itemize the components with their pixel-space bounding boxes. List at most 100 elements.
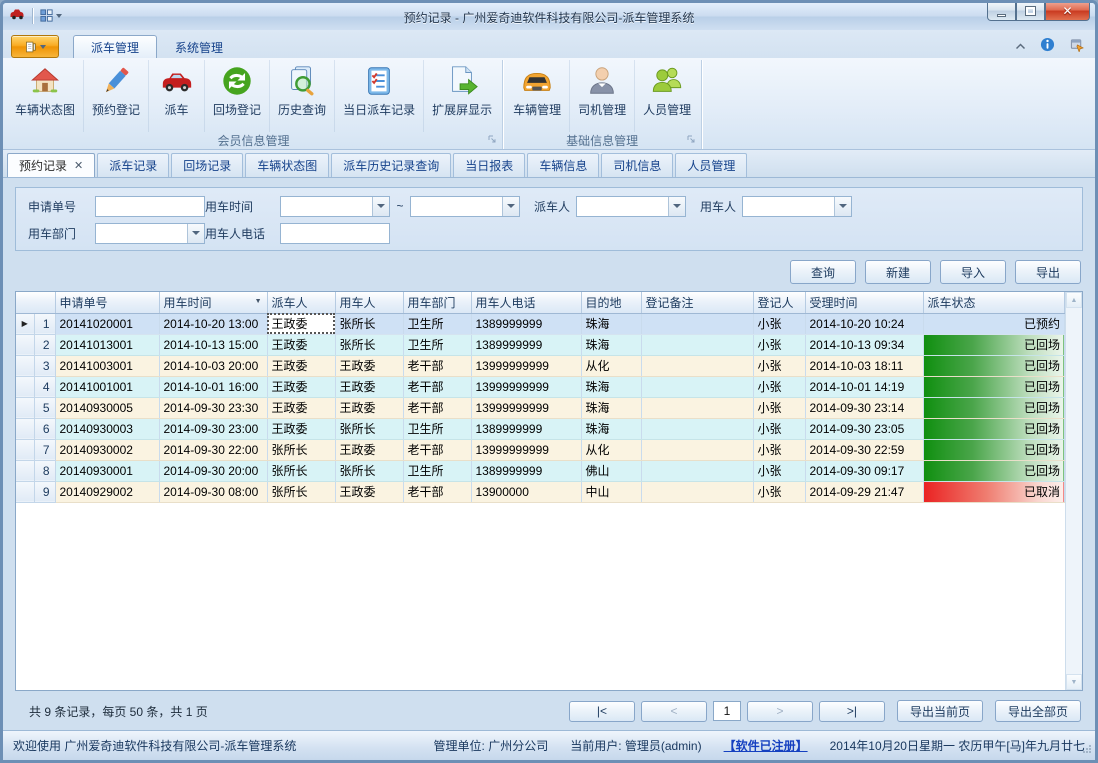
cell-dispatcher[interactable]: 王政委 <box>267 334 335 355</box>
cell-destination[interactable]: 佛山 <box>581 460 641 481</box>
table-row[interactable]: 4201410010012014-10-01 16:00王政委王政委老干部139… <box>16 376 1065 397</box>
col-accept-time[interactable]: 受理时间 <box>805 292 923 313</box>
cell-user-phone[interactable]: 1389999999 <box>471 313 581 334</box>
scroll-up-icon[interactable]: ▲ <box>1066 292 1082 308</box>
order-no-input[interactable] <box>95 196 205 217</box>
car-user-combo[interactable] <box>742 196 852 217</box>
cell-accept-time[interactable]: 2014-09-30 23:14 <box>805 397 923 418</box>
cell-destination[interactable]: 从化 <box>581 439 641 460</box>
combo-arrow-icon[interactable] <box>372 197 389 216</box>
cell-use-time[interactable]: 2014-10-13 15:00 <box>159 334 267 355</box>
cell-order-no[interactable]: 20141001001 <box>55 376 159 397</box>
cell-department[interactable]: 老干部 <box>403 355 471 376</box>
cell-order-no[interactable]: 20140930003 <box>55 418 159 439</box>
cell-dispatcher[interactable]: 王政委 <box>267 376 335 397</box>
style-selector-icon[interactable] <box>1069 37 1085 55</box>
vehicle-status-map-button[interactable]: 车辆状态图 <box>7 60 84 132</box>
table-row[interactable]: 5201409300052014-09-30 23:30王政委王政委老干部139… <box>16 397 1065 418</box>
today-dispatch-records-button[interactable]: 当日派车记录 <box>335 60 424 132</box>
combo-arrow-icon[interactable] <box>187 224 204 243</box>
cell-remark[interactable] <box>641 355 753 376</box>
cell-car-user[interactable]: 张所长 <box>335 313 403 334</box>
tab-dispatch-history-query[interactable]: 派车历史记录查询 <box>331 153 451 177</box>
cell-accept-time[interactable]: 2014-10-13 09:34 <box>805 334 923 355</box>
minimize-button[interactable] <box>987 2 1016 21</box>
cell-registrar[interactable]: 小张 <box>753 376 805 397</box>
cell-car-user[interactable]: 王政委 <box>335 397 403 418</box>
cell-destination[interactable]: 中山 <box>581 481 641 502</box>
cell-dispatcher[interactable]: 张所长 <box>267 481 335 502</box>
col-user-phone[interactable]: 用车人电话 <box>471 292 581 313</box>
dispatch-button[interactable]: 派车 <box>149 60 205 132</box>
prev-page-button[interactable]: < <box>641 701 707 722</box>
info-icon[interactable] <box>1040 37 1055 55</box>
cell-car-user[interactable]: 王政委 <box>335 376 403 397</box>
history-query-button[interactable]: 历史查询 <box>270 60 335 132</box>
dialog-launcher-icon[interactable] <box>687 132 695 146</box>
table-row[interactable]: 2201410130012014-10-13 15:00王政委张所长卫生所138… <box>16 334 1065 355</box>
col-status[interactable]: 派车状态 <box>923 292 1065 313</box>
cell-registrar[interactable]: 小张 <box>753 313 805 334</box>
cell-registrar[interactable]: 小张 <box>753 439 805 460</box>
col-registrar[interactable]: 登记人 <box>753 292 805 313</box>
table-row[interactable]: 8201409300012014-09-30 20:00张所长张所长卫生所138… <box>16 460 1065 481</box>
tab-system-management[interactable]: 系统管理 <box>157 35 241 58</box>
cell-user-phone[interactable]: 13999999999 <box>471 355 581 376</box>
combo-arrow-icon[interactable] <box>834 197 851 216</box>
cell-use-time[interactable]: 2014-10-01 16:00 <box>159 376 267 397</box>
dispatcher-combo[interactable] <box>576 196 686 217</box>
cell-registrar[interactable]: 小张 <box>753 481 805 502</box>
tab-personnel-management[interactable]: 人员管理 <box>675 153 747 177</box>
cell-car-user[interactable]: 王政委 <box>335 355 403 376</box>
cell-destination[interactable]: 珠海 <box>581 418 641 439</box>
driver-management-button[interactable]: 司机管理 <box>570 60 635 132</box>
new-button[interactable]: 新建 <box>865 260 931 284</box>
resize-grip-icon[interactable] <box>1082 743 1092 757</box>
cell-order-no[interactable]: 20141013001 <box>55 334 159 355</box>
cell-car-user[interactable]: 张所长 <box>335 460 403 481</box>
cell-use-time[interactable]: 2014-10-20 13:00 <box>159 313 267 334</box>
cell-registrar[interactable]: 小张 <box>753 355 805 376</box>
user-phone-input[interactable] <box>280 223 390 244</box>
cell-status[interactable]: 已回场 <box>923 418 1065 439</box>
last-page-button[interactable]: >| <box>819 701 885 722</box>
cell-accept-time[interactable]: 2014-10-20 10:24 <box>805 313 923 334</box>
cell-use-time[interactable]: 2014-09-30 23:00 <box>159 418 267 439</box>
col-use-time[interactable]: 用车时间▼ <box>159 292 267 313</box>
cell-department[interactable]: 老干部 <box>403 376 471 397</box>
cell-department[interactable]: 卫生所 <box>403 334 471 355</box>
export-button[interactable]: 导出 <box>1015 260 1081 284</box>
tab-daily-report[interactable]: 当日报表 <box>453 153 525 177</box>
cell-car-user[interactable]: 王政委 <box>335 439 403 460</box>
cell-destination[interactable]: 从化 <box>581 355 641 376</box>
col-car-user[interactable]: 用车人 <box>335 292 403 313</box>
cell-dispatcher[interactable]: 王政委 <box>267 418 335 439</box>
extended-screen-button[interactable]: 扩展屏显示 <box>424 60 500 132</box>
import-button[interactable]: 导入 <box>940 260 1006 284</box>
cell-order-no[interactable]: 20141020001 <box>55 313 159 334</box>
combo-arrow-icon[interactable] <box>502 197 519 216</box>
cell-registrar[interactable]: 小张 <box>753 397 805 418</box>
application-menu-button[interactable] <box>11 35 59 58</box>
cell-dispatcher[interactable]: 张所长 <box>267 460 335 481</box>
cell-remark[interactable] <box>641 439 753 460</box>
use-time-from-combo[interactable] <box>280 196 390 217</box>
reservation-register-button[interactable]: 预约登记 <box>84 60 149 132</box>
query-button[interactable]: 查询 <box>790 260 856 284</box>
col-order-no[interactable]: 申请单号 <box>55 292 159 313</box>
scroll-down-icon[interactable]: ▼ <box>1066 674 1082 690</box>
cell-user-phone[interactable]: 13900000 <box>471 481 581 502</box>
cell-destination[interactable]: 珠海 <box>581 376 641 397</box>
cell-dispatcher[interactable]: 王政委 <box>267 397 335 418</box>
cell-remark[interactable] <box>641 397 753 418</box>
cell-accept-time[interactable]: 2014-10-03 18:11 <box>805 355 923 376</box>
cell-remark[interactable] <box>641 334 753 355</box>
cell-car-user[interactable]: 张所长 <box>335 418 403 439</box>
tab-reservation-records[interactable]: 预约记录✕ <box>7 153 95 177</box>
dialog-launcher-icon[interactable] <box>488 132 496 146</box>
collapse-ribbon-icon[interactable] <box>1015 39 1026 53</box>
cell-status[interactable]: 已预约 <box>923 313 1065 334</box>
cell-order-no[interactable]: 20140929002 <box>55 481 159 502</box>
return-register-button[interactable]: 回场登记 <box>205 60 270 132</box>
cell-department[interactable]: 卫生所 <box>403 418 471 439</box>
